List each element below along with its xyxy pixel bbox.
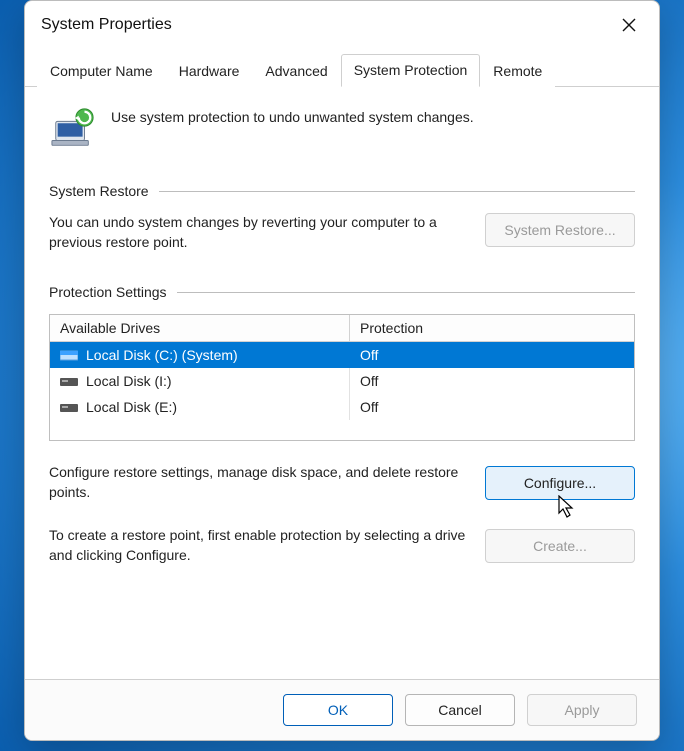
cancel-button[interactable]: Cancel [405,694,515,726]
group-system-restore: System Restore You can undo system chang… [49,183,635,252]
drive-icon [60,400,78,414]
tab-computer-name[interactable]: Computer Name [37,55,166,87]
drives-listbox[interactable]: Available Drives Protection [49,314,635,441]
drive-row[interactable]: Local Disk (C:) (System) Off [50,342,634,368]
tab-system-protection[interactable]: System Protection [341,54,481,87]
column-header-protection[interactable]: Protection [350,315,634,341]
titlebar: System Properties [25,1,659,47]
desktop-background: System Properties Computer Name Hardware… [0,0,684,751]
apply-button[interactable]: Apply [527,694,637,726]
column-header-drives[interactable]: Available Drives [50,315,350,341]
system-properties-window: System Properties Computer Name Hardware… [24,0,660,741]
tab-content: Use system protection to undo unwanted s… [25,87,659,679]
divider [177,292,635,293]
divider [159,191,635,192]
create-restore-point-button[interactable]: Create... [485,529,635,563]
drive-row[interactable]: Local Disk (E:) Off [50,394,634,420]
drive-protection: Off [350,394,634,420]
drives-header-row: Available Drives Protection [50,315,634,342]
drive-name: Local Disk (I:) [86,373,172,389]
restore-description: You can undo system changes by reverting… [49,213,467,252]
group-header-restore: System Restore [49,183,635,199]
configure-button[interactable]: Configure... [485,466,635,500]
group-protection-settings: Protection Settings Available Drives Pro… [49,284,635,565]
drives-body: Local Disk (C:) (System) Off [50,342,634,440]
close-icon [622,18,636,32]
tab-remote[interactable]: Remote [480,55,555,87]
drive-icon [60,374,78,388]
ok-button[interactable]: OK [283,694,393,726]
intro-row: Use system protection to undo unwanted s… [49,105,635,153]
close-button[interactable] [615,11,643,39]
create-description: To create a restore point, first enable … [49,526,467,565]
dialog-footer: OK Cancel Apply [25,679,659,740]
group-header-protection: Protection Settings [49,284,635,300]
system-restore-button[interactable]: System Restore... [485,213,635,247]
drive-protection: Off [350,368,634,394]
configure-description: Configure restore settings, manage disk … [49,463,467,502]
drive-name: Local Disk (E:) [86,399,177,415]
drive-name: Local Disk (C:) (System) [86,347,238,363]
tab-bar: Computer Name Hardware Advanced System P… [25,53,659,87]
tab-hardware[interactable]: Hardware [166,55,253,87]
window-title: System Properties [41,16,172,34]
group-title-protection: Protection Settings [49,284,167,300]
group-title-restore: System Restore [49,183,149,199]
drive-row[interactable]: Local Disk (I:) Off [50,368,634,394]
drive-protection: Off [350,342,634,368]
system-protection-icon [49,105,97,153]
tab-advanced[interactable]: Advanced [252,55,340,87]
drive-system-icon [60,348,78,362]
intro-text: Use system protection to undo unwanted s… [111,105,474,125]
